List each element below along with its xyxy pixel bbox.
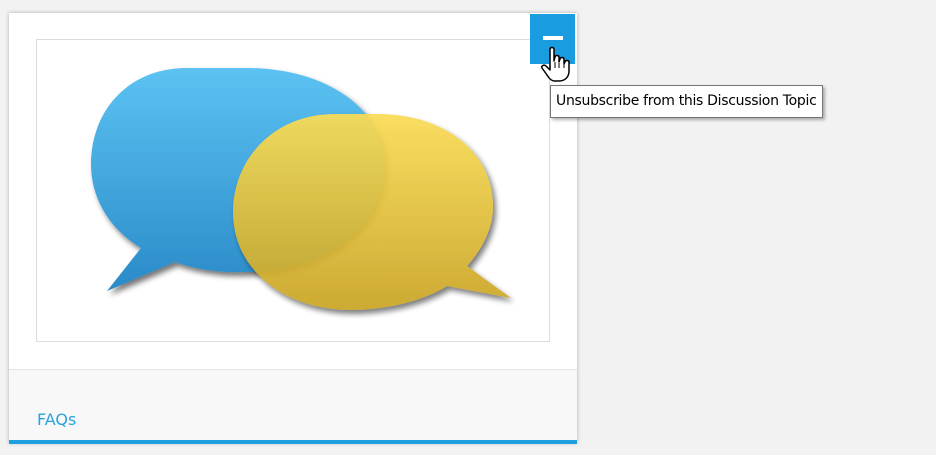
- discussion-topic-card: FAQs: [9, 13, 577, 444]
- topic-title-link[interactable]: FAQs: [37, 410, 76, 430]
- unsubscribe-tooltip: Unsubscribe from this Discussion Topic: [550, 85, 823, 118]
- topic-image[interactable]: [36, 39, 550, 342]
- hand-pointer-icon: [541, 46, 570, 82]
- card-footer: FAQs: [9, 369, 577, 444]
- minus-icon: [543, 36, 563, 40]
- speech-bubbles-icon: [91, 68, 511, 310]
